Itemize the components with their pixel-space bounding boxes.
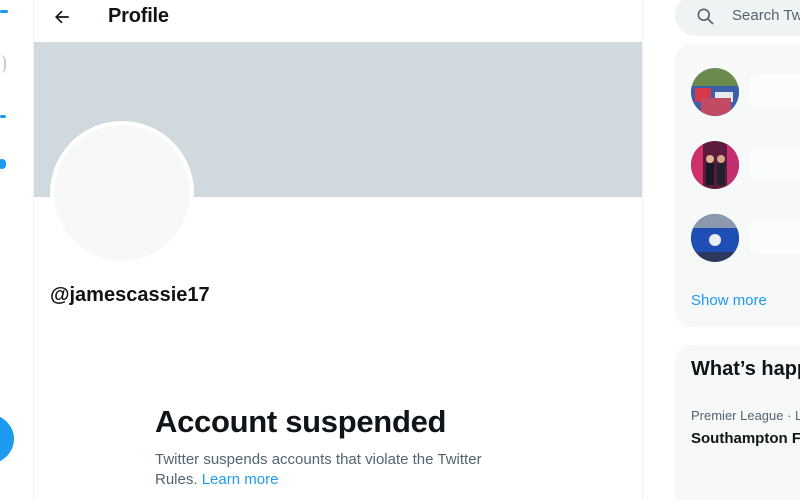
nav-icon-fragment[interactable] <box>0 55 6 73</box>
suspended-title: Account suspended <box>155 404 447 439</box>
follow-suggestion[interactable] <box>691 214 800 262</box>
trends-title: What’s happening <box>691 358 800 380</box>
trend-item[interactable]: Southampton FC <box>691 430 800 447</box>
notification-dot-icon <box>0 159 6 169</box>
crowd-photo-avatar[interactable] <box>691 68 739 116</box>
tweet-button[interactable] <box>0 413 14 465</box>
nav-icon-fragment[interactable] <box>0 115 6 118</box>
search-input[interactable]: Search Twitter <box>675 0 800 36</box>
two-people-photo-avatar[interactable] <box>691 141 739 189</box>
suspended-notice: Account suspended Twitter suspends accou… <box>155 402 515 490</box>
club-badge-avatar[interactable] <box>691 214 739 262</box>
follow-suggestion[interactable] <box>691 68 800 116</box>
search-icon <box>697 8 714 25</box>
redacted-name <box>749 147 800 181</box>
search-placeholder: Search Twitter <box>732 7 800 24</box>
learn-more-link[interactable]: Learn more <box>202 471 279 488</box>
who-to-follow-card: Show more <box>675 44 800 327</box>
redacted-name <box>749 220 800 254</box>
show-more-link[interactable]: Show more <box>691 292 767 309</box>
main-column: Profile @jamescassie17 Account suspended… <box>33 0 643 500</box>
follow-suggestion[interactable] <box>691 141 800 189</box>
profile-header: Profile <box>34 0 642 42</box>
profile-avatar <box>50 121 194 265</box>
profile-handle: @jamescassie17 <box>50 284 210 306</box>
trends-card: What’s happening Premier League · LIVE S… <box>675 345 800 500</box>
redacted-name <box>749 74 800 108</box>
twitter-profile-page: Profile @jamescassie17 Account suspended… <box>0 0 800 500</box>
trend-meta: Premier League · LIVE <box>691 408 800 423</box>
page-title: Profile <box>108 5 169 27</box>
arrow-left-icon <box>55 10 69 24</box>
suspended-message: Twitter suspends accounts that violate t… <box>155 450 515 490</box>
nav-icon-fragment[interactable] <box>0 10 8 13</box>
back-button[interactable] <box>50 5 74 29</box>
right-sidebar: Search Twitter <box>643 0 800 500</box>
left-nav <box>0 0 33 500</box>
